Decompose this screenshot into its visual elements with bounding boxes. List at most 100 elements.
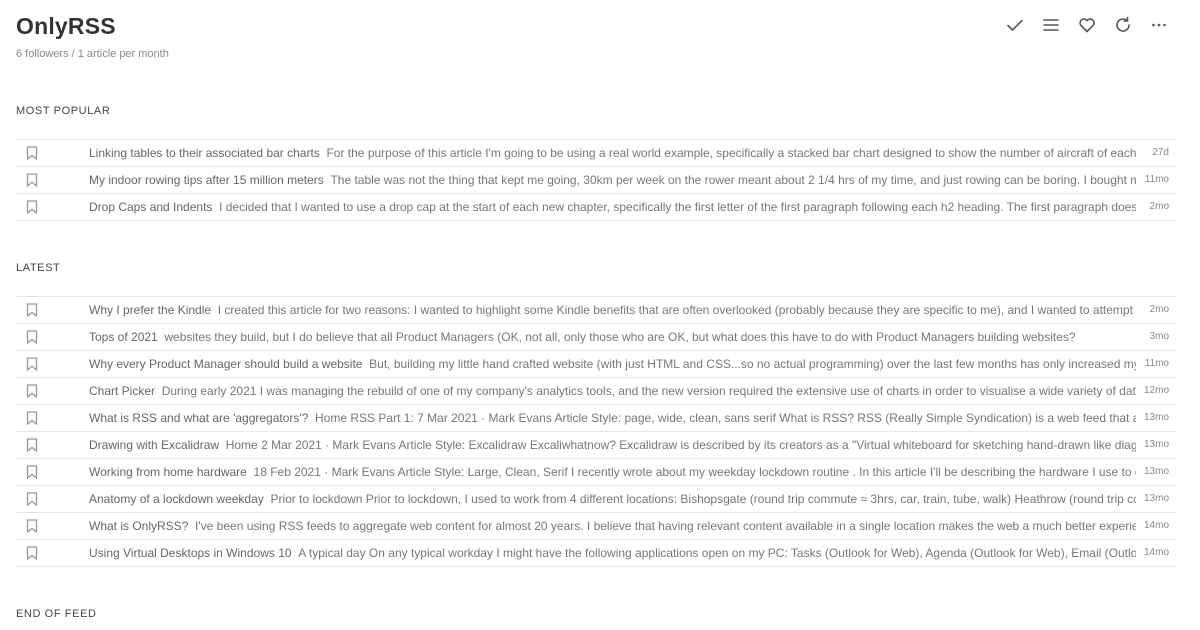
- more-icon: [1152, 23, 1166, 27]
- article-title: My indoor rowing tips after 15 million m…: [89, 173, 324, 187]
- bookmark-button[interactable]: [16, 411, 48, 425]
- article-title: Drop Caps and Indents: [89, 200, 213, 214]
- article-row[interactable]: Drop Caps and Indents I decided that I w…: [16, 194, 1177, 221]
- article-row[interactable]: Using Virtual Desktops in Windows 10 A t…: [16, 540, 1177, 567]
- refresh-icon: [1116, 16, 1130, 32]
- latest-list: Why I prefer the Kindle I created this a…: [16, 296, 1177, 567]
- article-text: Drop Caps and Indents I decided that I w…: [89, 194, 1136, 220]
- article-age: 3mo: [1149, 331, 1169, 342]
- article-text: What is RSS and what are 'aggregators'? …: [89, 405, 1136, 431]
- bookmark-icon: [26, 465, 38, 479]
- mark-read-button[interactable]: [1004, 14, 1026, 36]
- article-row[interactable]: Working from home hardware 18 Feb 2021 ·…: [16, 459, 1177, 486]
- article-age: 13mo: [1143, 439, 1169, 450]
- follow-button[interactable]: [1076, 14, 1098, 36]
- section-most-popular: MOST POPULAR: [16, 105, 111, 117]
- feed-header: OnlyRSS 6 followers / 1 article per mont…: [16, 12, 169, 60]
- article-excerpt: I decided that I wanted to use a drop ca…: [219, 200, 1136, 214]
- refresh-button[interactable]: [1112, 14, 1134, 36]
- article-title: Working from home hardware: [89, 465, 247, 479]
- article-title: Why every Product Manager should build a…: [89, 357, 363, 371]
- article-excerpt: I've been using RSS feeds to aggregate w…: [195, 519, 1136, 533]
- bookmark-button[interactable]: [16, 492, 48, 506]
- article-text: My indoor rowing tips after 15 million m…: [89, 167, 1136, 193]
- article-title: Using Virtual Desktops in Windows 10: [89, 546, 292, 560]
- article-age: 13mo: [1143, 412, 1169, 423]
- article-age: 14mo: [1143, 520, 1169, 531]
- article-excerpt: Home 2 Mar 2021 · Mark Evans Article Sty…: [225, 438, 1136, 452]
- bookmark-button[interactable]: [16, 384, 48, 398]
- article-excerpt: Home RSS Part 1: 7 Mar 2021 · Mark Evans…: [315, 411, 1136, 425]
- bookmark-button[interactable]: [16, 546, 48, 560]
- bookmark-icon: [26, 411, 38, 425]
- article-text: Using Virtual Desktops in Windows 10 A t…: [89, 540, 1136, 566]
- article-age: 12mo: [1143, 385, 1169, 396]
- article-title: What is OnlyRSS?: [89, 519, 189, 533]
- article-title: Tops of 2021: [89, 330, 158, 344]
- article-age: 13mo: [1143, 466, 1169, 477]
- article-excerpt: 18 Feb 2021 · Mark Evans Article Style: …: [253, 465, 1136, 479]
- article-text: Why every Product Manager should build a…: [89, 351, 1136, 377]
- article-title: Drawing with Excalidraw: [89, 438, 220, 452]
- bookmark-icon: [26, 546, 38, 560]
- article-row[interactable]: Drawing with Excalidraw Home 2 Mar 2021 …: [16, 432, 1177, 459]
- bookmark-button[interactable]: [16, 200, 48, 214]
- article-text: Working from home hardware 18 Feb 2021 ·…: [89, 459, 1136, 485]
- bookmark-icon: [26, 200, 38, 214]
- bookmark-button[interactable]: [16, 465, 48, 479]
- bookmark-button[interactable]: [16, 146, 48, 160]
- menu-icon: [1043, 19, 1059, 31]
- article-row[interactable]: My indoor rowing tips after 15 million m…: [16, 167, 1177, 194]
- article-row[interactable]: Chart Picker During early 2021 I was man…: [16, 378, 1177, 405]
- check-icon: [1007, 19, 1023, 31]
- article-age: 2mo: [1149, 201, 1169, 212]
- bookmark-button[interactable]: [16, 519, 48, 533]
- article-title: Why I prefer the Kindle: [89, 303, 212, 317]
- bookmark-button[interactable]: [16, 357, 48, 371]
- article-age: 11mo: [1144, 358, 1169, 369]
- article-excerpt: websites they build, but I do believe th…: [164, 330, 1076, 344]
- feed-title: OnlyRSS: [16, 13, 116, 39]
- article-age: 13mo: [1143, 493, 1169, 504]
- bookmark-icon: [26, 303, 38, 317]
- heart-icon: [1079, 18, 1095, 33]
- popular-list: Linking tables to their associated bar c…: [16, 139, 1177, 221]
- article-text: What is OnlyRSS? I've been using RSS fee…: [89, 513, 1136, 539]
- bookmark-button[interactable]: [16, 330, 48, 344]
- article-row[interactable]: What is RSS and what are 'aggregators'? …: [16, 405, 1177, 432]
- bookmark-icon: [26, 357, 38, 371]
- article-age: 14mo: [1143, 547, 1169, 558]
- article-title: Anatomy of a lockdown weekday: [89, 492, 264, 506]
- bookmark-button[interactable]: [16, 303, 48, 317]
- article-text: Drawing with Excalidraw Home 2 Mar 2021 …: [89, 432, 1136, 458]
- article-row[interactable]: Why every Product Manager should build a…: [16, 351, 1177, 378]
- article-row[interactable]: Tops of 2021 websites they build, but I …: [16, 324, 1177, 351]
- bookmark-icon: [26, 173, 38, 187]
- article-excerpt: Prior to lockdown Prior to lockdown, I u…: [270, 492, 1136, 506]
- article-row[interactable]: Anatomy of a lockdown weekday Prior to l…: [16, 486, 1177, 513]
- article-row[interactable]: What is OnlyRSS? I've been using RSS fee…: [16, 513, 1177, 540]
- bookmark-icon: [26, 146, 38, 160]
- article-row[interactable]: Why I prefer the Kindle I created this a…: [16, 297, 1177, 324]
- article-title: Linking tables to their associated bar c…: [89, 146, 320, 160]
- bookmark-button[interactable]: [16, 438, 48, 452]
- list-view-button[interactable]: [1040, 14, 1062, 36]
- feed-subtitle: 6 followers / 1 article per month: [16, 48, 169, 60]
- article-text: Chart Picker During early 2021 I was man…: [89, 378, 1136, 404]
- article-title: Chart Picker: [89, 384, 156, 398]
- article-excerpt: A typical day On any typical workday I m…: [298, 546, 1136, 560]
- article-excerpt: I created this article for two reasons: …: [217, 303, 1136, 317]
- bookmark-button[interactable]: [16, 173, 48, 187]
- article-text: Why I prefer the Kindle I created this a…: [89, 297, 1136, 323]
- article-excerpt: For the purpose of this article I'm goin…: [326, 146, 1136, 160]
- section-end-of-feed: END OF FEED: [16, 608, 97, 620]
- article-title: What is RSS and what are 'aggregators'?: [89, 411, 309, 425]
- article-row[interactable]: Linking tables to their associated bar c…: [16, 140, 1177, 167]
- bookmark-icon: [26, 492, 38, 506]
- more-button[interactable]: [1148, 14, 1170, 36]
- bookmark-icon: [26, 438, 38, 452]
- article-age: 2mo: [1149, 304, 1169, 315]
- bookmark-icon: [26, 330, 38, 344]
- article-excerpt: During early 2021 I was managing the reb…: [161, 384, 1136, 398]
- article-text: Linking tables to their associated bar c…: [89, 140, 1136, 166]
